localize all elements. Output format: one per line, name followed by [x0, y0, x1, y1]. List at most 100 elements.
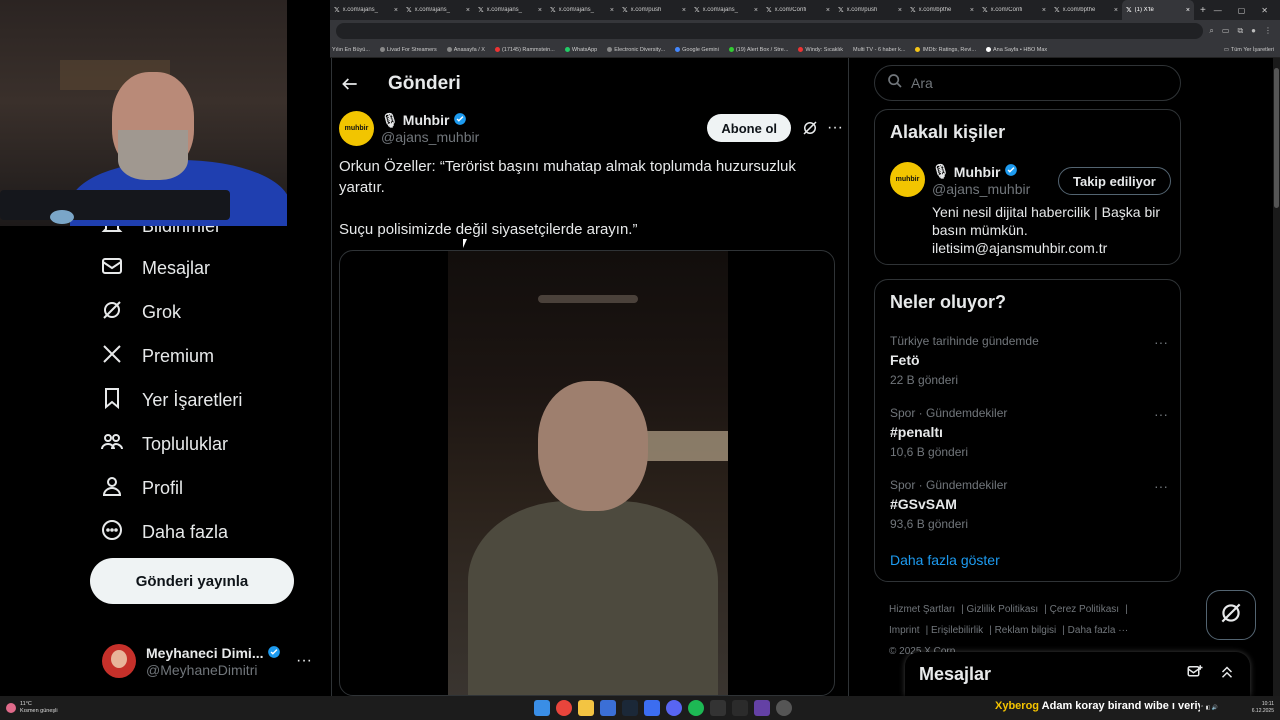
search-box[interactable] — [874, 65, 1181, 101]
app-icon[interactable] — [710, 700, 726, 716]
post-button[interactable]: Gönderi yayınla — [90, 558, 294, 604]
trend-item[interactable]: Türkiye tarihinde gündemde Fetö 22 B gön… — [890, 334, 1168, 387]
bookmark[interactable]: Ana Sayfa • HBO Max — [985, 47, 1047, 53]
app-icon[interactable] — [776, 700, 792, 716]
app-icon[interactable] — [644, 700, 660, 716]
bookmark[interactable]: Windy: Sıcaklık — [798, 47, 843, 53]
chrome-icon[interactable] — [556, 700, 572, 716]
maximize-icon[interactable]: ▢ — [1238, 6, 1246, 15]
messages-drawer[interactable]: Mesajlar — [905, 652, 1250, 696]
related-name[interactable]: 🎙 Muhbir — [932, 163, 1018, 180]
menu-icon[interactable]: ⋮ — [1264, 26, 1272, 36]
bookmark[interactable]: Electronic Diversity... — [607, 47, 665, 53]
close-tab-icon[interactable]: × — [754, 7, 758, 14]
new-message-icon[interactable] — [1186, 663, 1204, 686]
close-tab-icon[interactable]: × — [538, 7, 542, 14]
app-icon[interactable] — [754, 700, 770, 716]
cast-icon[interactable]: ▭ — [1222, 26, 1230, 36]
footer-link[interactable]: Hizmet Şartları — [889, 604, 955, 615]
following-button[interactable]: Takip ediliyor — [1058, 167, 1171, 195]
close-tab-icon[interactable]: × — [826, 7, 830, 14]
browser-tab-active[interactable]: 𝕏 (1) X'te × — [1122, 0, 1194, 20]
bookmark[interactable]: Multi TV - 6 haber k... — [853, 47, 905, 53]
close-tab-icon[interactable]: × — [1114, 7, 1118, 14]
browser-tab[interactable]: 𝕏x.com/ajans_ × — [330, 0, 402, 20]
nav-item-premium[interactable]: Premium — [100, 342, 214, 371]
bookmark[interactable]: Yılın En Büyü... — [332, 47, 370, 53]
subscribe-button[interactable]: Abone ol — [707, 114, 792, 142]
scrollbar-thumb[interactable] — [1274, 68, 1279, 208]
nav-item-communities[interactable]: Topluluklar — [100, 430, 228, 459]
close-window-icon[interactable]: ✕ — [1261, 6, 1268, 15]
back-arrow-icon[interactable] — [340, 74, 360, 94]
bookmark[interactable]: IMDb: Ratings, Revi... — [915, 47, 976, 53]
account-switcher[interactable]: Meyhaneci Dimi... @MeyhaneDimitri ··· — [102, 636, 312, 686]
url-field[interactable] — [336, 23, 1204, 39]
trend-item[interactable]: Spor · Gündemdekiler #GSvSAM 93,6 B gönd… — [890, 478, 1168, 531]
more-horizontal-icon[interactable]: ··· — [1154, 334, 1168, 350]
tweet-video[interactable] — [339, 250, 835, 696]
close-tab-icon[interactable]: × — [1186, 7, 1190, 14]
video-frame[interactable] — [448, 251, 728, 695]
extensions-icon[interactable]: ⧉ — [1237, 26, 1243, 36]
more-horizontal-icon[interactable]: ··· — [296, 652, 312, 670]
nav-item-bookmarks[interactable]: Yer İşaretleri — [100, 386, 242, 415]
tray-icons[interactable]: ⌃ ◧ 🔊 — [1200, 705, 1218, 711]
close-tab-icon[interactable]: × — [1042, 7, 1046, 14]
close-tab-icon[interactable]: × — [466, 7, 470, 14]
show-more-link[interactable]: Daha fazla göster — [890, 552, 1000, 568]
browser-tab[interactable]: 𝕏x.com/Confi × — [978, 0, 1050, 20]
close-tab-icon[interactable]: × — [682, 7, 686, 14]
nav-item-messages[interactable]: Mesajlar — [100, 254, 210, 283]
footer-link[interactable]: Erişilebilirlik — [931, 625, 983, 636]
steam-icon[interactable] — [622, 700, 638, 716]
close-tab-icon[interactable]: × — [970, 7, 974, 14]
all-bookmarks[interactable]: ▭ Tüm Yer İşaretleri — [1224, 47, 1280, 53]
minimize-icon[interactable]: — — [1214, 6, 1222, 15]
search-input[interactable] — [911, 75, 1161, 91]
zoom-icon[interactable]: ⌕ — [1209, 26, 1213, 36]
browser-tab[interactable]: 𝕏x.com/Confi × — [762, 0, 834, 20]
app-icon[interactable] — [732, 700, 748, 716]
browser-tab[interactable]: 𝕏x.com/bpthe × — [1050, 0, 1122, 20]
nav-item-grok[interactable]: Grok — [100, 298, 181, 327]
profile-icon[interactable]: ● — [1251, 26, 1256, 36]
browser-tab[interactable]: 𝕏x.com/ajans_ × — [402, 0, 474, 20]
nav-item-profile[interactable]: Profil — [100, 474, 183, 503]
expand-up-icon[interactable] — [1218, 663, 1236, 686]
new-tab-icon[interactable]: + — [1194, 5, 1212, 16]
close-tab-icon[interactable]: × — [898, 7, 902, 14]
more-horizontal-icon[interactable]: ··· — [1154, 478, 1168, 494]
browser-tab[interactable]: 𝕏x.com/bpthe × — [906, 0, 978, 20]
more-horizontal-icon[interactable]: ··· — [1154, 406, 1168, 422]
bookmark[interactable]: (19) Alert Box / Stre... — [728, 47, 788, 53]
close-tab-icon[interactable]: × — [394, 7, 398, 14]
browser-tab[interactable]: 𝕏x.com/ajans_ × — [690, 0, 762, 20]
footer-link[interactable]: Çerez Politikası — [1050, 604, 1119, 615]
author-name[interactable]: 🎙 Muhbir — [381, 112, 479, 129]
scrollbar[interactable] — [1273, 58, 1280, 696]
discord-icon[interactable] — [666, 700, 682, 716]
footer-link[interactable]: Daha fazla ··· — [1068, 625, 1129, 636]
grok-floating-button[interactable] — [1206, 590, 1256, 640]
file-explorer-icon[interactable] — [578, 700, 594, 716]
close-tab-icon[interactable]: × — [610, 7, 614, 14]
browser-tab[interactable]: 𝕏x.com/push × — [618, 0, 690, 20]
footer-link[interactable]: Reklam bilgisi — [995, 625, 1057, 636]
author-handle[interactable]: @ajans_muhbir — [381, 129, 479, 145]
browser-tab[interactable]: 𝕏x.com/push × — [834, 0, 906, 20]
bookmark[interactable]: WhatsApp — [564, 47, 597, 53]
bookmark[interactable]: Google Gemini — [675, 47, 719, 53]
footer-link[interactable]: Imprint — [889, 625, 920, 636]
clock[interactable]: 10:11 6.12.2025 — [1252, 701, 1280, 715]
browser-tab[interactable]: 𝕏x.com/ajans_ × — [474, 0, 546, 20]
windows-start-icon[interactable] — [534, 700, 550, 716]
app-icon[interactable] — [600, 700, 616, 716]
author-avatar[interactable]: muhbir — [339, 110, 374, 146]
grok-icon[interactable] — [801, 119, 819, 137]
bookmark[interactable]: Anasayfa / X — [446, 47, 485, 53]
related-handle[interactable]: @ajans_muhbir — [932, 181, 1030, 197]
bookmark[interactable]: Livad For Streamers — [379, 47, 437, 53]
bookmark[interactable]: (17145) Rammstein... — [494, 47, 555, 53]
browser-tab[interactable]: 𝕏x.com/ajans_ × — [546, 0, 618, 20]
